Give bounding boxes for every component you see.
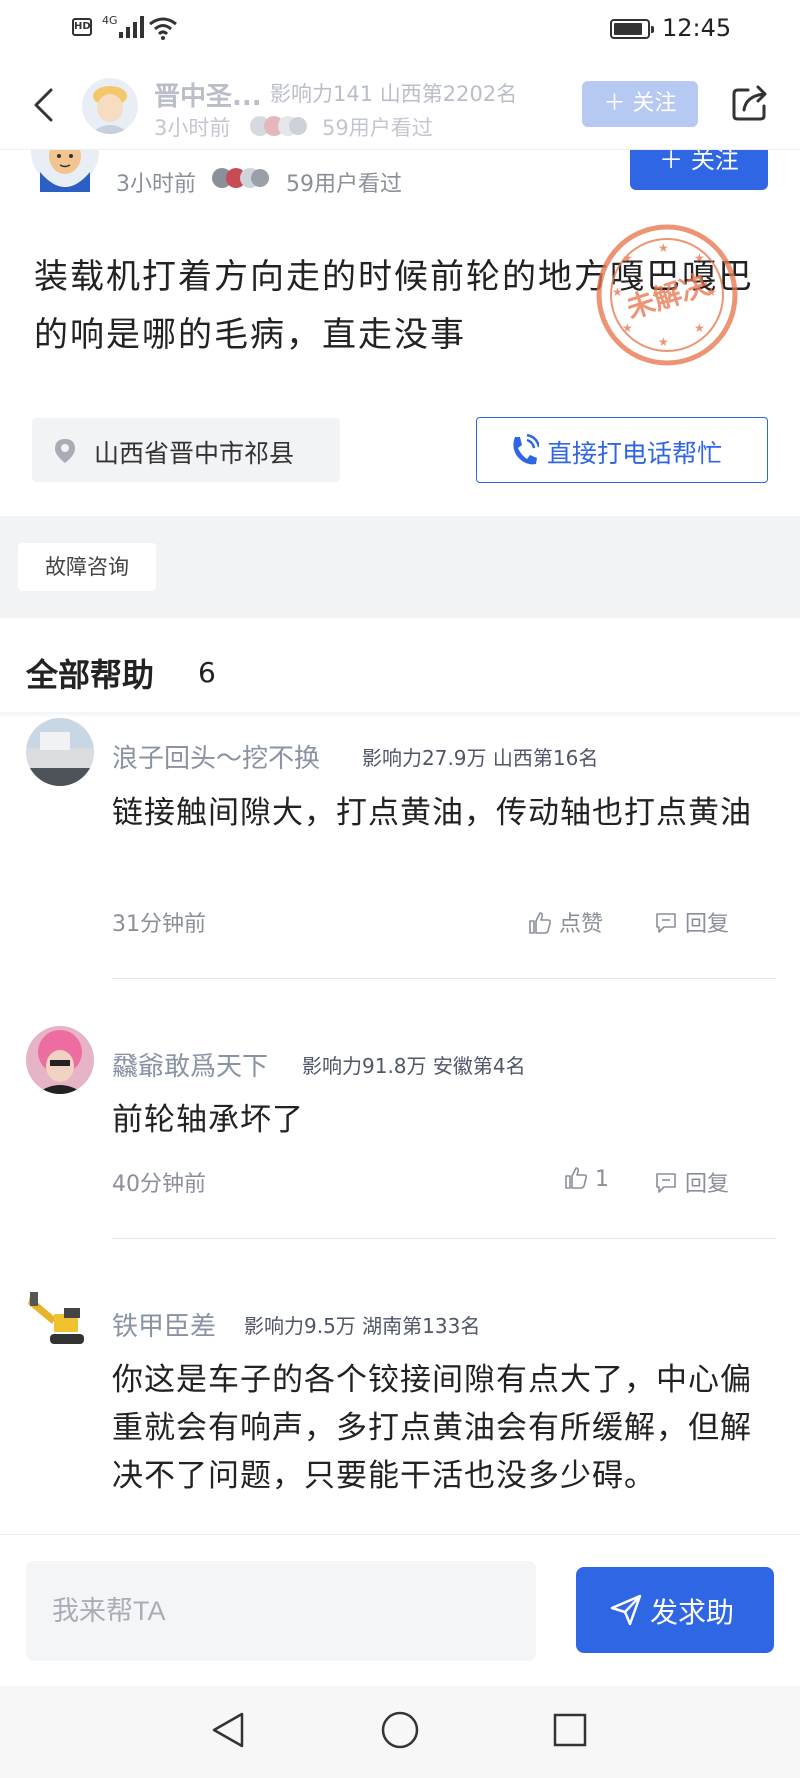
answer-author-name[interactable]: 浪子回头～挖不换 (112, 738, 320, 775)
svg-text:★: ★ (658, 241, 669, 255)
share-icon[interactable] (730, 84, 770, 122)
nav-home-icon[interactable] (380, 1710, 420, 1750)
svg-text:★: ★ (622, 251, 633, 265)
section-divider (0, 712, 800, 718)
viewer-avatars (212, 168, 269, 188)
plus-icon: ＋ (603, 91, 626, 116)
answer-text: 你这是车子的各个铰接间隙有点大了，中心偏重就会有响声，多打点黄油会有所缓解，但解… (112, 1362, 752, 1494)
answer-time: 40分钟前 (112, 1172, 206, 1197)
signal-icon (119, 16, 144, 38)
svg-text:★: ★ (612, 285, 623, 299)
answer-author-influence: 影响力91.8万 安徽第4名 (302, 1054, 526, 1078)
reply-button[interactable]: 回复 (654, 1166, 729, 1198)
battery-icon (610, 19, 654, 39)
header-viewer-avatars (250, 116, 307, 136)
header-time: 3小时前 (154, 116, 231, 140)
comment-icon (656, 1173, 676, 1193)
answer-author-influence: 影响力9.5万 湖南第133名 (244, 1314, 481, 1338)
location-chip: 山西省晋中市祁县 (32, 418, 340, 482)
call-to-help-button[interactable]: 直接打电话帮忙 (476, 417, 768, 483)
bottom-action-bar: 发求助 (0, 1534, 800, 1686)
send-button-label: 发求助 (650, 1596, 735, 1629)
wifi-icon (149, 17, 177, 40)
post-time: 3小时前 (116, 172, 196, 197)
answer-avatar[interactable] (26, 1288, 94, 1356)
svg-text:★: ★ (658, 335, 669, 349)
reply-button[interactable]: 回复 (654, 906, 729, 938)
answer-text: 前轮轴承坏了 (112, 1102, 304, 1138)
header-views: 59用户看过 (322, 116, 433, 140)
header-avatar[interactable] (82, 78, 138, 134)
answer-avatar[interactable] (26, 718, 94, 786)
network-type-label: 4G (102, 14, 118, 27)
svg-text:★: ★ (694, 321, 705, 335)
header-influence: 影响力141 山西第2202名 (270, 82, 518, 106)
header-user-name[interactable]: 晋中圣... (154, 76, 262, 113)
status-bar: HD 4G 12:45 (0, 0, 800, 58)
location-pin-icon (55, 439, 75, 463)
header-follow-button[interactable]: ＋ 关注 (582, 81, 698, 127)
post-views: 59用户看过 (286, 172, 402, 197)
hd-icon: HD (72, 18, 92, 36)
answers-count: 6 (198, 656, 216, 689)
answer-time: 31分钟前 (112, 912, 206, 937)
system-nav-bar (0, 1686, 800, 1778)
unsolved-stamp: ★★★ ★★★ ★★ 未解决 (596, 224, 738, 366)
thumb-up-icon (565, 1167, 588, 1189)
answer-author-name[interactable]: 铁甲臣差 (112, 1306, 216, 1343)
call-button-label: 直接打电话帮忙 (547, 439, 723, 468)
answer-divider (112, 978, 776, 979)
answer-divider (112, 1238, 776, 1239)
location-text: 山西省晋中市祁县 (94, 439, 295, 468)
answer-author-name[interactable]: 飝爺敢爲天下 (112, 1046, 268, 1083)
answer-text: 链接触间隙大，打点黄油，传动轴也打点黄油 (112, 795, 752, 831)
send-icon (610, 1594, 642, 1626)
like-button[interactable]: 1 (564, 1166, 609, 1192)
nav-recents-icon[interactable] (552, 1712, 588, 1748)
comment-icon (656, 913, 676, 933)
answers-title: 全部帮助 (26, 656, 155, 694)
help-input[interactable] (26, 1561, 536, 1661)
phone-icon (513, 434, 539, 465)
clock: 12:45 (662, 14, 732, 42)
category-tag[interactable]: 故障咨询 (18, 543, 156, 591)
svg-text:★: ★ (694, 251, 705, 265)
thumb-up-icon (529, 912, 552, 934)
top-header: 晋中圣... 影响力141 山西第2202名 3小时前 59用户看过 ＋ 关注 (0, 58, 800, 150)
send-help-button[interactable]: 发求助 (576, 1567, 774, 1653)
answer-avatar[interactable] (26, 1026, 94, 1094)
nav-back-icon[interactable] (210, 1710, 246, 1750)
stamp-label: 未解决 (622, 268, 712, 325)
like-button[interactable]: 点赞 (528, 906, 603, 938)
plus-icon: ＋ (659, 146, 684, 174)
answer-author-influence: 影响力27.9万 山西第16名 (362, 746, 599, 770)
back-icon[interactable] (32, 88, 54, 122)
